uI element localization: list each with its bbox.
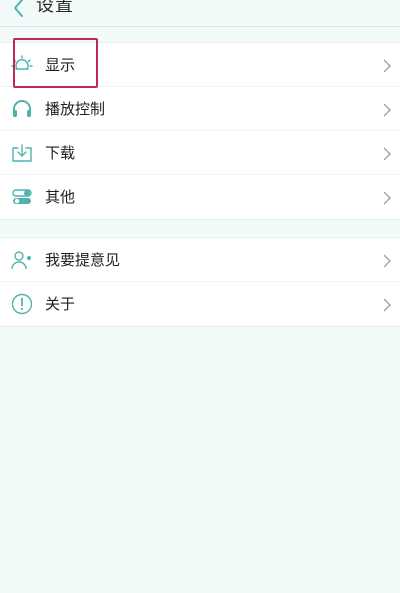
settings-item-playback[interactable]: 播放控制 bbox=[0, 87, 400, 131]
chevron-right-icon bbox=[383, 147, 391, 161]
top-bar: 设置 bbox=[0, 0, 400, 27]
chevron-right-icon bbox=[383, 254, 391, 268]
settings-item-download[interactable]: 下载 bbox=[0, 131, 400, 175]
chevron-left-icon[interactable] bbox=[8, 0, 32, 20]
page-title: 设置 bbox=[36, 0, 74, 16]
settings-item-label: 显示 bbox=[45, 56, 76, 74]
settings-group-main: 显示 播放控制 下载 其他 bbox=[0, 42, 400, 220]
info-icon bbox=[11, 293, 33, 315]
settings-item-label: 下载 bbox=[45, 144, 76, 162]
chevron-right-icon bbox=[383, 298, 391, 312]
user-feedback-icon bbox=[11, 251, 31, 270]
settings-item-other[interactable]: 其他 bbox=[0, 175, 400, 219]
settings-item-label: 我要提意见 bbox=[45, 251, 121, 269]
settings-group-secondary: 我要提意见 关于 bbox=[0, 237, 400, 327]
settings-item-label: 其他 bbox=[45, 188, 76, 206]
chevron-right-icon bbox=[383, 191, 391, 205]
download-icon bbox=[12, 144, 32, 162]
settings-item-feedback[interactable]: 我要提意见 bbox=[0, 238, 400, 282]
headphones-icon bbox=[13, 100, 31, 117]
chevron-right-icon bbox=[383, 59, 391, 73]
brightness-icon bbox=[11, 55, 33, 70]
settings-item-about[interactable]: 关于 bbox=[0, 282, 400, 326]
chevron-right-icon bbox=[383, 103, 391, 117]
settings-item-label: 关于 bbox=[45, 295, 76, 313]
settings-item-label: 播放控制 bbox=[45, 100, 106, 118]
settings-item-display[interactable]: 显示 bbox=[0, 43, 400, 87]
toggles-icon bbox=[12, 189, 32, 204]
